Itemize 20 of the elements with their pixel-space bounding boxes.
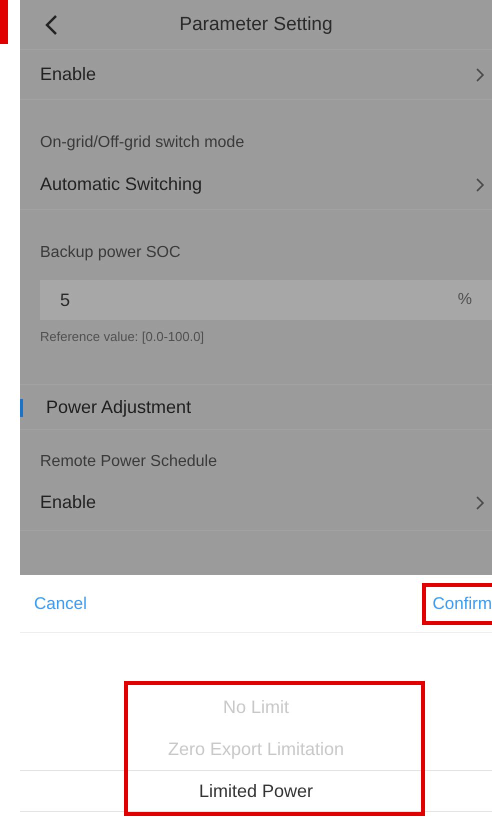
- setting-value[interactable]: Enable: [40, 492, 96, 513]
- cancel-button[interactable]: Cancel: [34, 590, 87, 618]
- setting-label: On-grid/Off-grid switch mode: [40, 134, 244, 152]
- chevron-right-icon: [476, 496, 484, 510]
- back-icon[interactable]: [44, 14, 58, 36]
- setting-value[interactable]: Enable: [40, 64, 96, 85]
- setting-label: Backup power SOC: [40, 244, 181, 262]
- section-accent: [20, 399, 23, 417]
- picker-option[interactable]: Limited Power: [20, 770, 492, 812]
- annotation-mark: [0, 0, 8, 44]
- setting-label: Remote Power Schedule: [40, 453, 217, 471]
- chevron-right-icon: [476, 68, 484, 82]
- unit-label: %: [458, 291, 472, 309]
- confirm-button[interactable]: Confirm: [432, 590, 492, 618]
- input-field[interactable]: 5 %: [40, 280, 492, 320]
- hint-text: Reference value: [0.0-100.0]: [40, 329, 204, 344]
- chevron-right-icon: [476, 178, 484, 192]
- page-title: Parameter Setting: [179, 14, 333, 36]
- section-title: Power Adjustment: [46, 396, 192, 418]
- setting-value[interactable]: Automatic Switching: [40, 174, 202, 195]
